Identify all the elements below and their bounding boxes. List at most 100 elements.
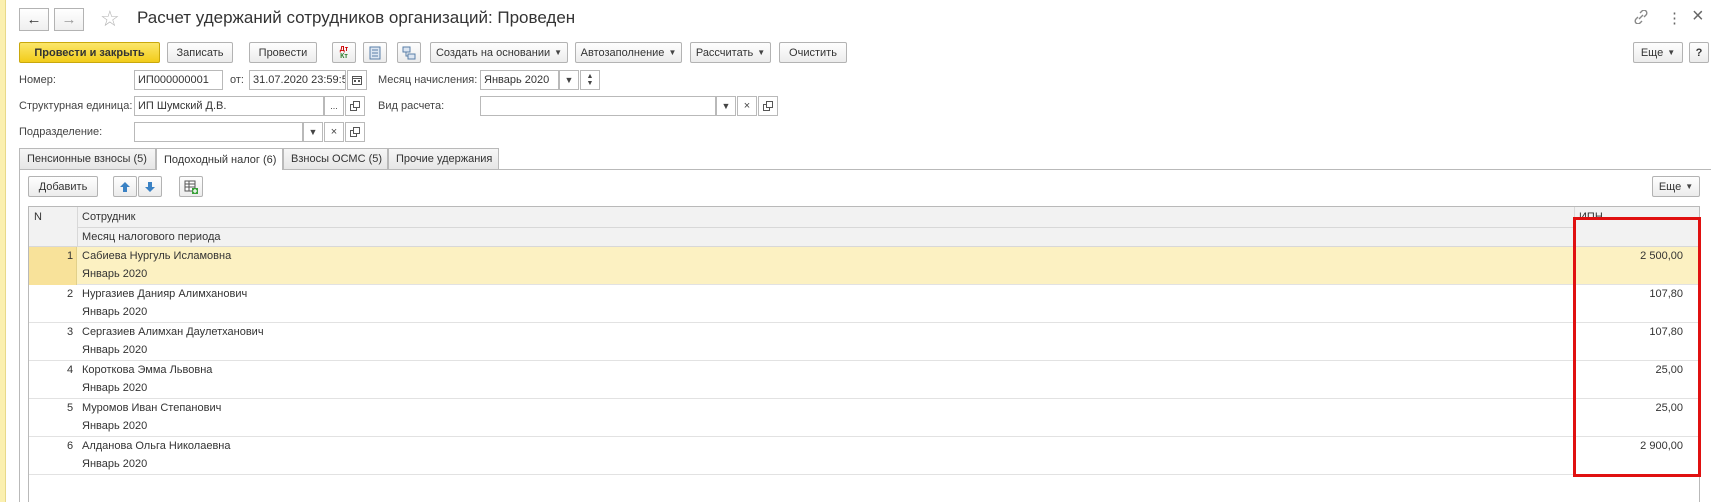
move-up-button[interactable] bbox=[113, 176, 137, 197]
more-label: Еще bbox=[1640, 46, 1664, 59]
number-label: Номер: bbox=[19, 74, 56, 86]
employee-name: Нургазиев Данияр Алимханович bbox=[82, 288, 248, 300]
post-button[interactable]: Провести bbox=[249, 42, 317, 63]
tab-pension[interactable]: Пенсионные взносы (5) bbox=[19, 148, 156, 169]
table-row[interactable]: 1 Сабиева Нургуль Исламовна Январь 2020 … bbox=[29, 247, 1699, 285]
calculate-label: Рассчитать bbox=[695, 46, 754, 59]
calendar-icon bbox=[352, 76, 362, 85]
fill-table-button[interactable] bbox=[179, 176, 203, 197]
tax-month: Январь 2020 bbox=[82, 420, 148, 432]
row-number: 5 bbox=[67, 402, 74, 414]
employee-name: Сабиева Нургуль Исламовна bbox=[82, 250, 232, 262]
autofill-dropdown[interactable]: Автозаполнение ▼ bbox=[575, 42, 682, 63]
document-list-button[interactable] bbox=[363, 42, 387, 63]
table-more-dropdown[interactable]: Еще ▼ bbox=[1652, 176, 1700, 197]
column-header-tax-month[interactable]: Месяц налогового периода bbox=[82, 231, 221, 243]
calc-type-dropdown-button[interactable]: ▼ bbox=[716, 96, 736, 116]
table-row[interactable]: 2 Нургазиев Данияр Алимханович Январь 20… bbox=[29, 285, 1699, 323]
division-clear-button[interactable]: × bbox=[324, 122, 344, 142]
row-number: 4 bbox=[67, 364, 74, 376]
caret-down-icon: ▼ bbox=[668, 48, 677, 57]
spin-down-icon: ▼ bbox=[586, 80, 594, 87]
open-icon bbox=[350, 127, 360, 137]
more-dropdown[interactable]: Еще ▼ bbox=[1633, 42, 1683, 63]
caret-down-icon: ▼ bbox=[721, 101, 731, 111]
date-label: от: bbox=[230, 74, 244, 86]
employee-name: Короткова Эмма Львовна bbox=[82, 364, 213, 376]
org-unit-label: Структурная единица: bbox=[19, 100, 133, 112]
division-open-button[interactable] bbox=[345, 122, 365, 142]
month-dropdown-button[interactable]: ▼ bbox=[559, 70, 579, 90]
link-icon[interactable] bbox=[1634, 9, 1648, 27]
tax-month: Январь 2020 bbox=[82, 458, 148, 470]
caret-down-icon: ▼ bbox=[564, 75, 574, 85]
clear-button[interactable]: Очистить bbox=[779, 42, 847, 63]
table-add-icon bbox=[184, 180, 198, 194]
caret-down-icon: ▼ bbox=[757, 48, 766, 57]
table-row[interactable]: 4 Короткова Эмма Львовна Январь 2020 25,… bbox=[29, 361, 1699, 399]
tab-income-tax[interactable]: Подоходный налог (6) bbox=[156, 148, 283, 170]
row-number: 1 bbox=[67, 250, 74, 262]
month-spinner[interactable]: ▲ ▼ bbox=[580, 70, 600, 90]
post-and-close-button[interactable]: Провести и закрыть bbox=[19, 42, 160, 63]
division-field[interactable] bbox=[134, 122, 303, 142]
month-field[interactable]: Январь 2020 bbox=[480, 70, 559, 90]
dtkt-icon: Дт Кт bbox=[339, 45, 349, 60]
caret-down-icon: ▼ bbox=[308, 127, 318, 137]
table-row[interactable]: 5 Муромов Иван Степанович Январь 2020 25… bbox=[29, 399, 1699, 437]
close-icon[interactable]: × bbox=[1692, 5, 1704, 28]
spin-up-icon: ▲ bbox=[586, 73, 594, 80]
calc-type-clear-button[interactable]: × bbox=[737, 96, 757, 116]
division-dropdown-button[interactable]: ▼ bbox=[303, 122, 323, 142]
employee-name: Муромов Иван Степанович bbox=[82, 402, 222, 414]
clear-x-icon: × bbox=[330, 126, 338, 138]
calculate-dropdown[interactable]: Рассчитать ▼ bbox=[690, 42, 771, 63]
dtkt-report-button[interactable]: Дт Кт bbox=[332, 42, 356, 63]
division-label: Подразделение: bbox=[19, 126, 103, 138]
tax-table: N Сотрудник Месяц налогового периода ИПН… bbox=[28, 206, 1700, 502]
date-field[interactable]: 31.07.2020 23:59:59 bbox=[249, 70, 346, 90]
table-more-label: Еще bbox=[1658, 180, 1682, 193]
number-field[interactable]: ИП000000001 bbox=[134, 70, 223, 90]
column-header-employee[interactable]: Сотрудник bbox=[82, 211, 135, 223]
table-header: N Сотрудник Месяц налогового периода ИПН bbox=[29, 207, 1699, 247]
tax-month: Январь 2020 bbox=[82, 268, 148, 280]
row-number: 6 bbox=[67, 440, 74, 452]
calendar-button[interactable] bbox=[347, 70, 367, 90]
hierarchy-icon bbox=[402, 46, 416, 59]
create-based-on-dropdown[interactable]: Создать на основании ▼ bbox=[430, 42, 568, 63]
tax-month: Январь 2020 bbox=[82, 344, 148, 356]
arrow-up-icon bbox=[120, 181, 130, 192]
ipn-highlight-box bbox=[1573, 217, 1701, 477]
month-label: Месяц начисления: bbox=[378, 74, 478, 86]
forward-button[interactable]: → bbox=[54, 8, 84, 31]
caret-down-icon: ▼ bbox=[1667, 48, 1676, 57]
open-icon bbox=[763, 101, 773, 111]
calc-type-open-button[interactable] bbox=[758, 96, 778, 116]
org-unit-select-button[interactable]: ... bbox=[324, 96, 344, 116]
help-button[interactable]: ? bbox=[1689, 42, 1709, 63]
tax-month: Январь 2020 bbox=[82, 306, 148, 318]
org-unit-field[interactable]: ИП Шумский Д.В. bbox=[134, 96, 324, 116]
save-button[interactable]: Записать bbox=[167, 42, 233, 63]
more-menu-icon[interactable]: ⋮ bbox=[1667, 9, 1682, 27]
document-icon bbox=[369, 46, 381, 59]
employee-name: Алданова Ольга Николаевна bbox=[82, 440, 231, 452]
add-row-button[interactable]: Добавить bbox=[28, 176, 98, 197]
structure-button[interactable] bbox=[397, 42, 421, 63]
calc-type-field[interactable] bbox=[480, 96, 716, 116]
caret-down-icon: ▼ bbox=[554, 48, 563, 57]
tax-month: Январь 2020 bbox=[82, 382, 148, 394]
back-button[interactable]: ← bbox=[19, 8, 49, 31]
tab-osms[interactable]: Взносы ОСМС (5) bbox=[283, 148, 388, 169]
table-row[interactable]: 6 Алданова Ольга Николаевна Январь 2020 … bbox=[29, 437, 1699, 475]
org-unit-open-button[interactable] bbox=[345, 96, 365, 116]
move-down-button[interactable] bbox=[138, 176, 162, 197]
tab-other[interactable]: Прочие удержания bbox=[388, 148, 499, 169]
table-row[interactable]: 3 Сергазиев Алимхан Даулетханович Январь… bbox=[29, 323, 1699, 361]
page-title: Расчет удержаний сотрудников организаций… bbox=[137, 8, 576, 27]
caret-down-icon: ▼ bbox=[1685, 182, 1694, 191]
column-header-n[interactable]: N bbox=[34, 211, 42, 223]
favorite-star-icon[interactable]: ☆ bbox=[100, 6, 120, 32]
clear-x-icon: × bbox=[743, 100, 751, 112]
